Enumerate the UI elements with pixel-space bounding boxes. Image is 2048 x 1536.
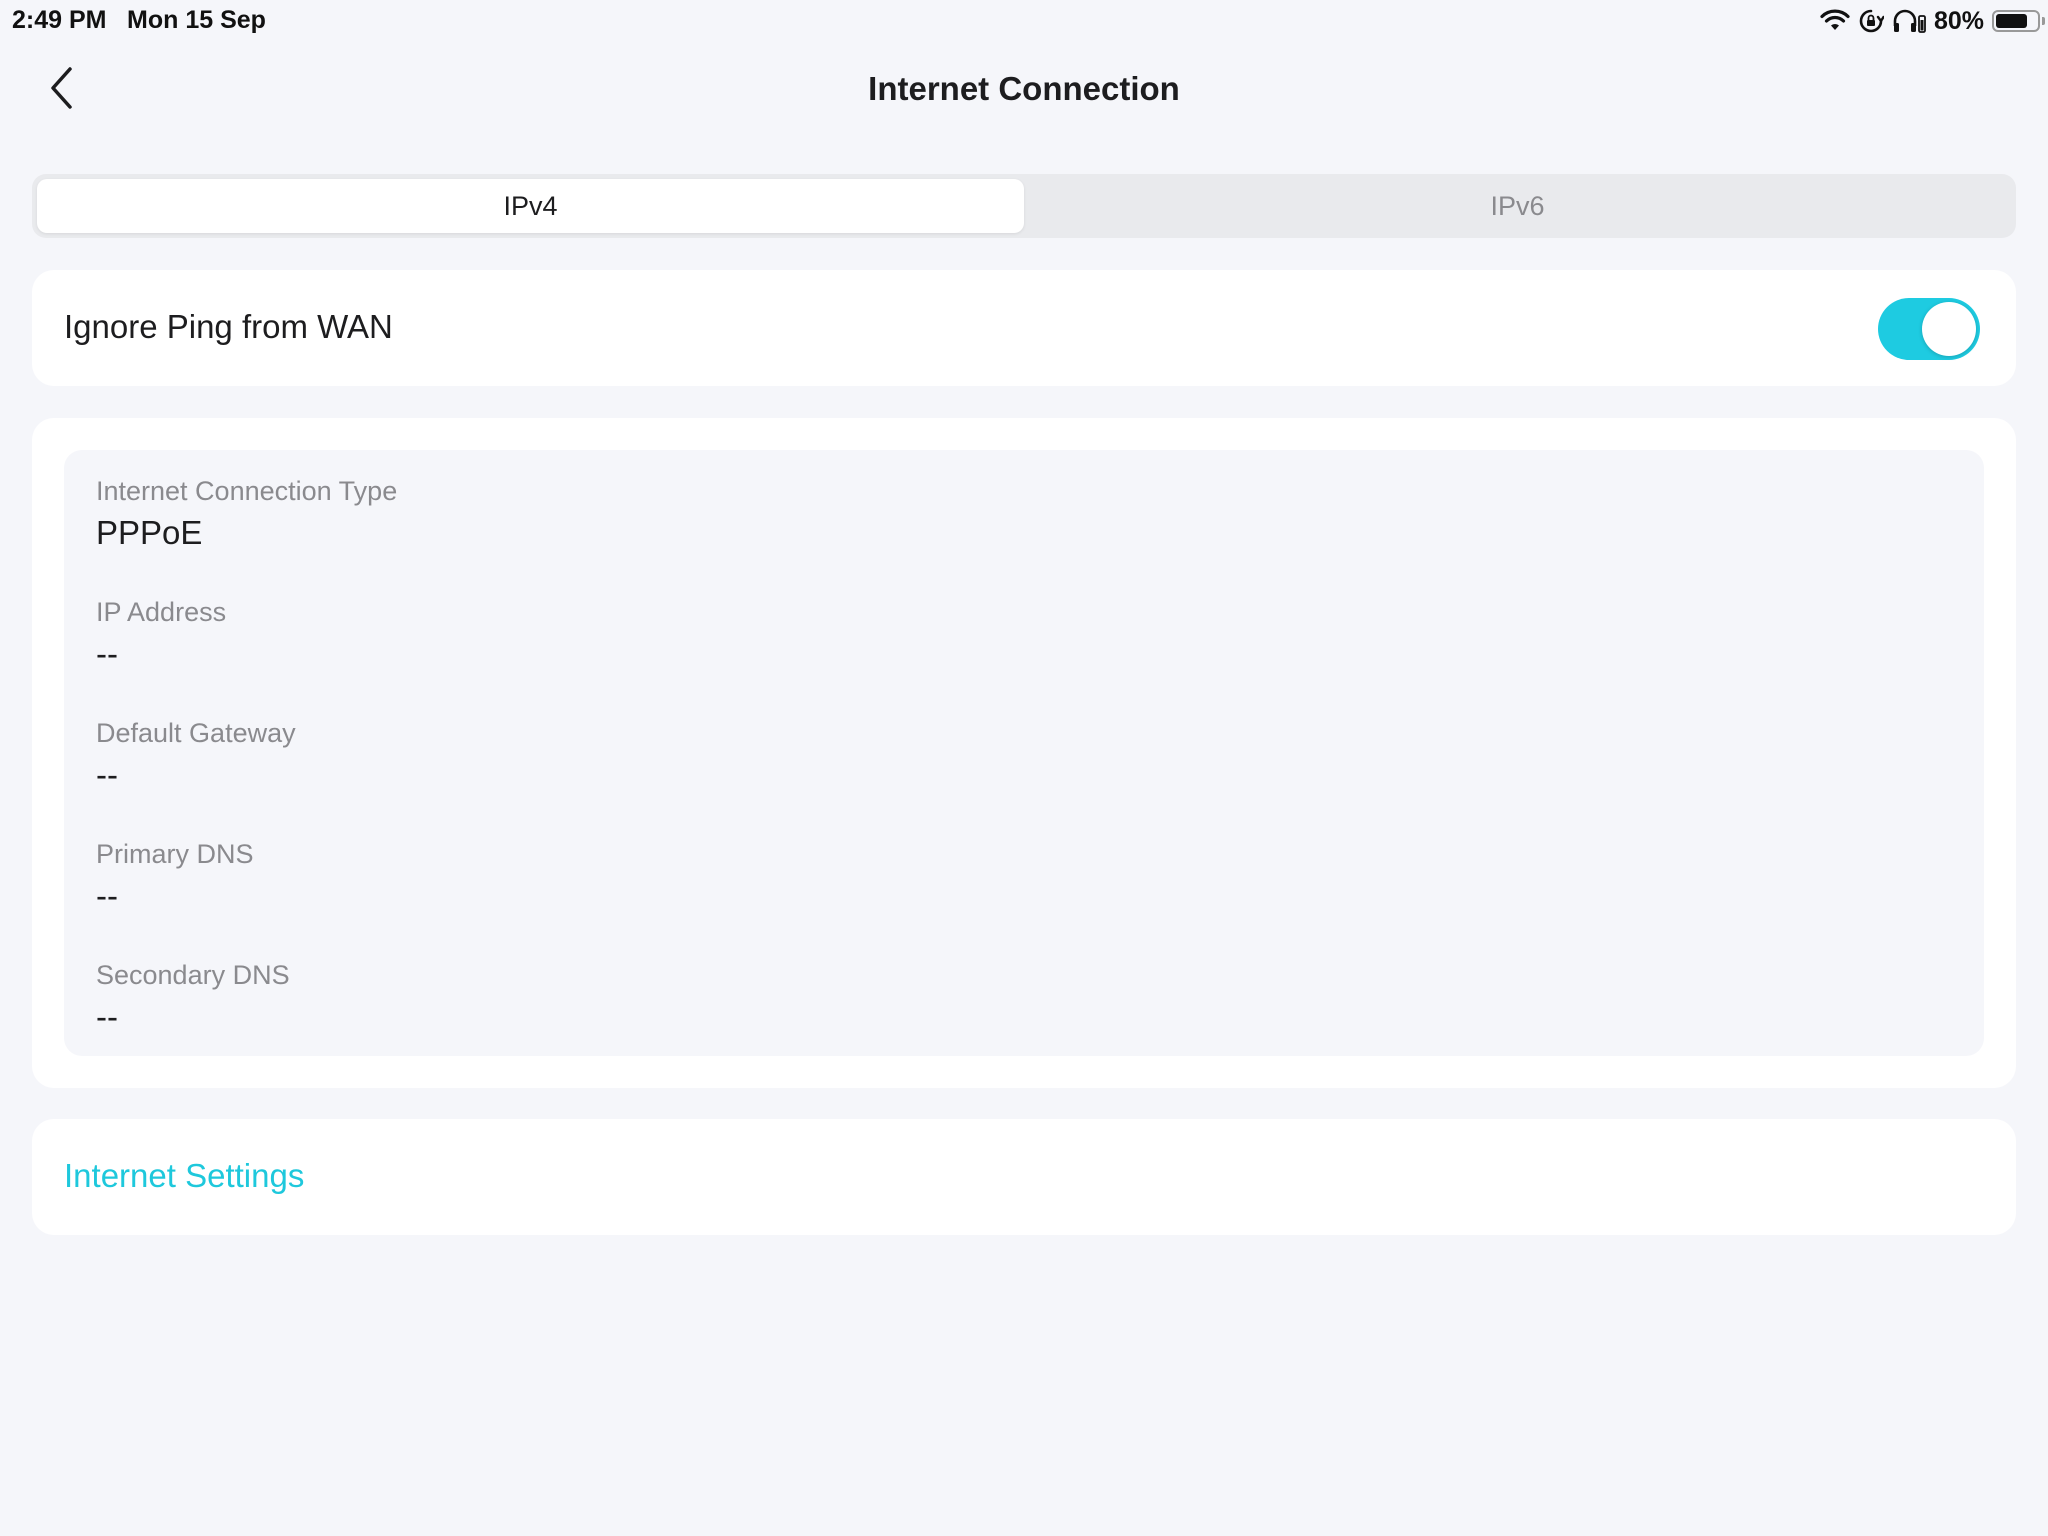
ip-address-label: IP Address <box>96 597 227 627</box>
ping-card: Ignore Ping from WAN <box>32 270 2016 386</box>
settings-card: Internet Settings <box>32 1119 2016 1235</box>
headphones-icon <box>1892 8 1926 34</box>
status-bar: 2:49 PM Mon 15 Sep 80% <box>0 0 2048 40</box>
info-row-ip-address: IP Address -- <box>96 593 1952 714</box>
secondary-dns-label: Secondary DNS <box>96 960 290 990</box>
toggle-knob <box>1922 302 1976 356</box>
info-row-default-gateway: Default Gateway -- <box>96 714 1952 835</box>
status-time: 2:49 PM <box>12 6 107 34</box>
page-title: Internet Connection <box>868 70 1180 107</box>
ignore-ping-toggle[interactable] <box>1878 298 1980 360</box>
connection-info-card: Internet Connection Type PPPoE IP Addres… <box>32 418 2016 1088</box>
connection-info-panel: Internet Connection Type PPPoE IP Addres… <box>64 450 1984 1056</box>
default-gateway-label: Default Gateway <box>96 718 296 748</box>
orientation-lock-icon <box>1858 8 1884 34</box>
info-row-secondary-dns: Secondary DNS -- <box>96 956 1952 1077</box>
status-indicators: 80% <box>1820 6 2045 36</box>
battery-cap <box>2042 17 2045 25</box>
tab-ipv6[interactable]: IPv6 <box>1024 179 2011 233</box>
internet-settings-link[interactable]: Internet Settings <box>64 1157 304 1195</box>
ignore-ping-label: Ignore Ping from WAN <box>64 308 393 345</box>
ip-version-tabs: IPv4 IPv6 <box>32 174 2016 238</box>
primary-dns-value: -- <box>96 877 118 914</box>
battery-percent: 80% <box>1933 6 1984 35</box>
battery-icon <box>1992 10 2045 32</box>
tab-ipv4[interactable]: IPv4 <box>37 179 1024 233</box>
battery-level <box>1996 14 2028 28</box>
default-gateway-value: -- <box>96 756 118 793</box>
connection-type-value: PPPoE <box>96 514 203 551</box>
info-row-connection-type: Internet Connection Type PPPoE <box>96 472 1952 593</box>
ip-address-value: -- <box>96 635 118 672</box>
wifi-icon <box>1820 9 1850 33</box>
primary-dns-label: Primary DNS <box>96 839 254 869</box>
info-row-primary-dns: Primary DNS -- <box>96 835 1952 956</box>
secondary-dns-value: -- <box>96 998 118 1035</box>
status-date: Mon 15 Sep <box>127 6 266 34</box>
connection-type-label: Internet Connection Type <box>96 476 398 506</box>
